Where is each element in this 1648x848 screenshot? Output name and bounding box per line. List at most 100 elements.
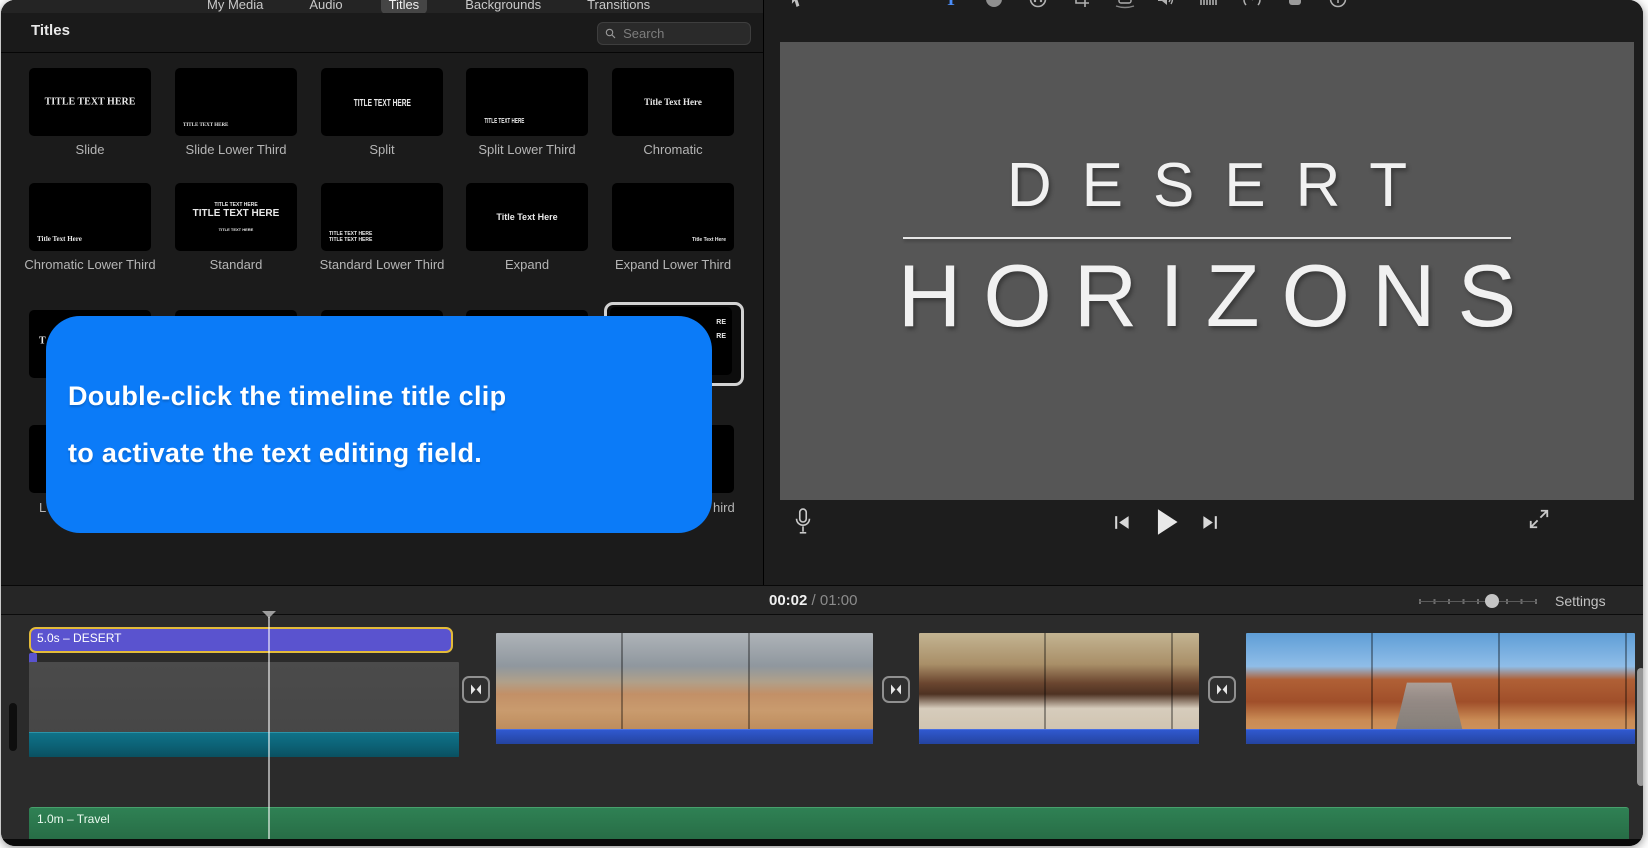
timeline-zoom-slider[interactable] bbox=[1419, 594, 1537, 608]
timeline-title-clip[interactable]: 5.0s – DESERT bbox=[29, 627, 453, 653]
timeline-scrollbar-left[interactable] bbox=[9, 703, 17, 751]
title-style-label: Split Lower Third bbox=[478, 142, 576, 157]
timeline-toolbar: 00:02 / 01:00 Settings bbox=[1, 585, 1643, 615]
thumbnail-preview-text: Title Text Here bbox=[692, 237, 726, 243]
clip-audio-waveform-strip bbox=[496, 729, 873, 744]
title-style-thumbnail-split-lower-third[interactable]: TITLE TEXT HERE bbox=[466, 68, 588, 136]
info-icon[interactable] bbox=[1327, 0, 1349, 11]
tab-transitions[interactable]: Transitions bbox=[579, 0, 658, 13]
music-clip-label: 1.0m – Travel bbox=[37, 812, 110, 826]
timecode-current: 00:02 bbox=[769, 592, 808, 609]
noise-reduction-icon[interactable] bbox=[1198, 0, 1220, 11]
thumbnail-preview-text: TITLE TEXT HERE bbox=[329, 230, 373, 237]
fullscreen-icon[interactable] bbox=[1528, 508, 1550, 530]
clip-audio-waveform-strip bbox=[29, 732, 459, 757]
title-style-label: Slide Lower Third bbox=[185, 142, 287, 157]
media-tabs-bar: My Media Audio Titles Backgrounds Transition… bbox=[1, 0, 763, 13]
timeline: 5.0s – DESERT 1.0m – Travel bbox=[1, 611, 1643, 846]
tab-titles[interactable]: Titles bbox=[380, 0, 428, 13]
filmstrip-seams bbox=[919, 633, 1199, 744]
thumbnail-preview-text: T bbox=[39, 335, 46, 347]
title-style-thumbnail-chromatic[interactable]: Title Text Here bbox=[612, 68, 734, 136]
text-style-icon[interactable]: T bbox=[940, 0, 962, 11]
crop-icon[interactable] bbox=[1070, 0, 1092, 11]
covered-label-fragment-left: L bbox=[39, 500, 47, 515]
thumbnail-preview-text: RE bbox=[716, 319, 726, 326]
thumbnail-preview-text: Title Text Here bbox=[37, 235, 82, 243]
title-style-thumbnail-expand[interactable]: Title Text Here bbox=[466, 183, 588, 251]
thumbnail-preview-text: TITLE TEXT HERE bbox=[218, 226, 254, 232]
magnifier-icon bbox=[605, 28, 616, 39]
clip-audio-waveform-strip bbox=[919, 729, 1199, 744]
thumbnail-preview-text: TITLE TEXT HERE bbox=[192, 208, 280, 220]
search-field[interactable] bbox=[597, 22, 751, 45]
timeline-scrollbar-right[interactable] bbox=[1637, 668, 1643, 786]
title-style-thumbnail-chromatic-lower-third[interactable]: Title Text Here bbox=[29, 183, 151, 251]
thumbnail-preview-text: TITLE TEXT HERE bbox=[329, 236, 373, 243]
white-balance-icon[interactable] bbox=[1027, 0, 1049, 11]
titles-panel-header: Titles bbox=[1, 13, 763, 53]
timeline-clip-desert-rocks-cloudy[interactable] bbox=[496, 633, 873, 744]
tab-audio[interactable]: Audio bbox=[301, 0, 350, 13]
stabilization-icon[interactable] bbox=[1114, 0, 1136, 11]
title-style-label: Split bbox=[369, 142, 395, 157]
tab-backgrounds[interactable]: Backgrounds bbox=[457, 0, 549, 13]
thumbnail-preview-text: Title Text Here bbox=[496, 212, 558, 222]
svg-text:T: T bbox=[945, 0, 957, 9]
tab-my-media[interactable]: My Media bbox=[199, 0, 271, 13]
search-input[interactable] bbox=[621, 25, 743, 42]
title-style-thumbnail-split[interactable]: TITLE TEXT HERE bbox=[321, 68, 443, 136]
playhead[interactable] bbox=[268, 617, 270, 845]
pointer-icon[interactable] bbox=[786, 0, 808, 11]
volume-icon[interactable] bbox=[1155, 0, 1177, 11]
clip-audio-waveform-strip bbox=[1246, 729, 1635, 744]
title-clip-label: 5.0s – DESERT bbox=[37, 631, 122, 645]
skip-forward-button[interactable] bbox=[1201, 513, 1220, 532]
thumbnail-preview-text: TITLE TEXT HERE bbox=[183, 123, 229, 128]
title-style-label: Chromatic Lower Third bbox=[24, 257, 156, 272]
viewer-pane: T DESERT HORIZONS bbox=[764, 0, 1643, 585]
bowtie-transition-icon[interactable] bbox=[462, 676, 490, 703]
microphone-icon[interactable] bbox=[794, 508, 812, 536]
skip-back-button[interactable] bbox=[1112, 513, 1131, 532]
tooltip-line1: Double-click the timeline title clip bbox=[68, 380, 507, 411]
timecode-separator: / bbox=[811, 592, 816, 609]
thumbnail-preview-text: Title Text Here bbox=[644, 97, 702, 107]
timeline-clip-desert-sunset-ridge[interactable] bbox=[919, 633, 1199, 744]
title-style-thumbnail-expand-lower-third[interactable]: Title Text Here bbox=[612, 183, 734, 251]
thumbnail-preview-text: TITLE TEXT HERE bbox=[353, 98, 411, 109]
viewer-canvas: DESERT HORIZONS bbox=[780, 42, 1634, 500]
speed-icon[interactable] bbox=[1241, 0, 1263, 11]
preview-title-line2: HORIZONS bbox=[897, 246, 1539, 345]
timecode-total: 01:00 bbox=[819, 592, 858, 609]
effects-icon[interactable] bbox=[1284, 0, 1306, 11]
title-style-label: Slide bbox=[75, 142, 105, 157]
app-window: My Media Audio Titles Backgrounds Transition… bbox=[0, 0, 1648, 848]
title-style-label: Standard bbox=[209, 257, 263, 272]
thumbnail-preview-text: TITLE TEXT HERE bbox=[44, 96, 136, 108]
color-correction-icon[interactable] bbox=[983, 0, 1005, 11]
title-style-thumbnail-slide-lower-third[interactable]: TITLE TEXT HERE bbox=[175, 68, 297, 136]
title-style-thumbnail-standard-lower-third[interactable]: TITLE TEXT HERE TITLE TEXT HERE bbox=[321, 183, 443, 251]
panel-title: Titles bbox=[31, 22, 70, 39]
title-style-thumbnail-standard[interactable]: TITLE TEXT HERE TITLE TEXT HERE TITLE TEXT… bbox=[175, 183, 297, 251]
title-style-label: Chromatic bbox=[643, 142, 703, 157]
bowtie-transition-icon[interactable] bbox=[1208, 676, 1236, 703]
adjust-toolbar: T bbox=[764, 0, 1643, 12]
thumbnail-preview-text: TITLE TEXT HERE bbox=[484, 118, 525, 125]
title-style-thumbnail-slide[interactable]: TITLE TEXT HERE bbox=[29, 68, 151, 136]
timeline-clip-gray-placeholder[interactable] bbox=[29, 662, 459, 757]
title-style-label: Expand Lower Third bbox=[614, 257, 732, 272]
preview-title-divider bbox=[903, 237, 1511, 239]
zoom-slider-thumb[interactable] bbox=[1485, 594, 1499, 608]
play-button[interactable] bbox=[1152, 507, 1180, 537]
settings-button[interactable]: Settings bbox=[1555, 593, 1606, 609]
bowtie-transition-icon[interactable] bbox=[882, 676, 910, 703]
filmstrip-seams bbox=[1246, 633, 1635, 744]
timecode: 00:02 / 01:00 bbox=[769, 592, 857, 609]
covered-label-fragment-right: hird bbox=[713, 500, 735, 515]
timeline-clip-canyon-road-blue-sky[interactable] bbox=[1246, 633, 1635, 744]
title-style-label: Expand bbox=[504, 257, 550, 272]
coaching-tooltip: Double-click the timeline title clip to … bbox=[46, 316, 712, 533]
window-bottom-edge bbox=[1, 839, 1643, 846]
